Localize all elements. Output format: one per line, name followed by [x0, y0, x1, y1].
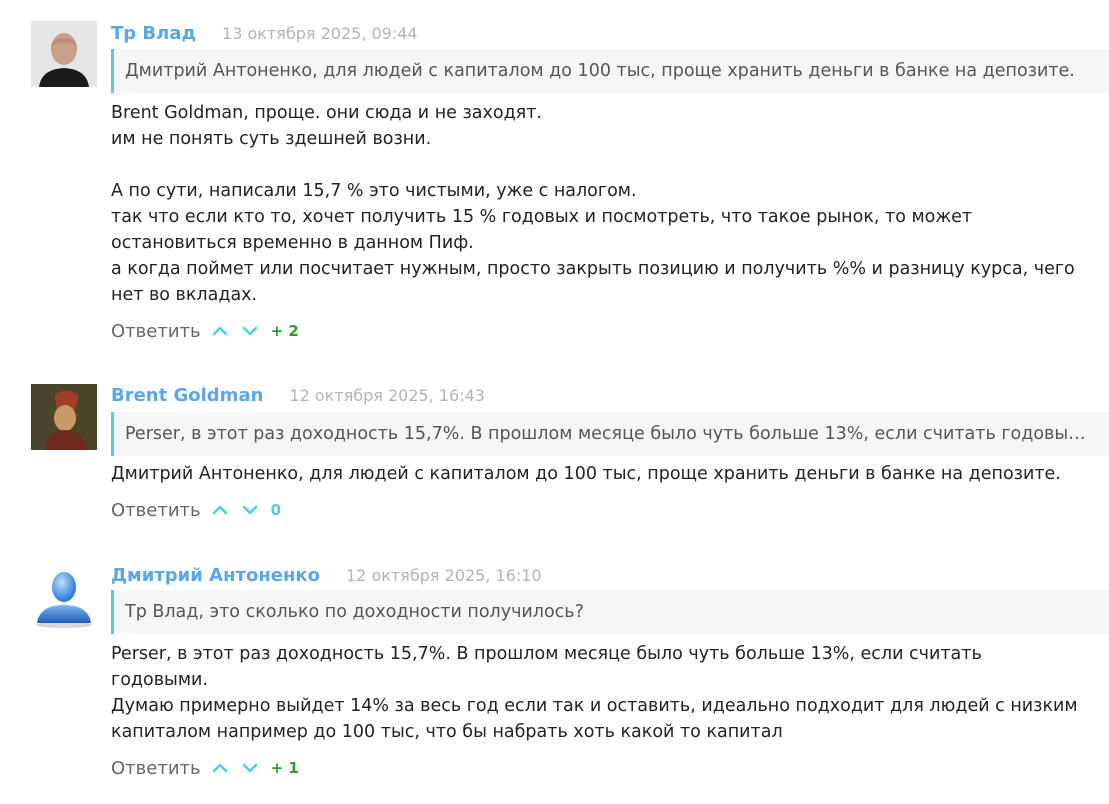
comment-body: Brent Goldman, проще. они сюда и не захо… [111, 100, 1101, 308]
comment-body: Perser, в этот раз доходность 15,7%. В п… [111, 641, 1081, 745]
reply-link[interactable]: Ответить [111, 758, 201, 779]
vote-score: + 1 [270, 759, 299, 777]
reply-link[interactable]: Ответить [111, 500, 201, 521]
comment-line: так что если кто то, хочет получить 15 %… [111, 207, 973, 253]
quoted-comment[interactable]: Дмитрий Антоненко, для людей с капиталом… [111, 49, 1109, 93]
author-name[interactable]: Brent Goldman [111, 385, 263, 406]
comment-actions: Ответить + 2 [111, 318, 299, 344]
chevron-down-icon[interactable] [239, 758, 261, 778]
comment-meta: Brent Goldman 12 октября 2025, 16:43 [111, 385, 485, 409]
comment-date: 13 октября 2025, 09:44 [222, 24, 418, 43]
comment-line: Дмитрий Антоненко, для людей с капиталом… [111, 464, 1061, 484]
reply-link[interactable]: Ответить [111, 321, 201, 342]
avatar[interactable] [31, 21, 97, 87]
chevron-up-icon[interactable] [209, 758, 231, 778]
comment-actions: Ответить + 1 [111, 755, 299, 781]
comment-line: а когда поймет или посчитает нужным, про… [111, 259, 1075, 305]
comment-line: А по сути, написали 15,7 % это чистыми, … [111, 181, 637, 201]
vote-score: 0 [270, 501, 282, 519]
comment-line: Думаю примерно выйдет 14% за весь год ес… [111, 696, 1078, 742]
vote-score: + 2 [270, 322, 299, 340]
author-name[interactable]: Дмитрий Антоненко [111, 565, 320, 586]
chevron-down-icon[interactable] [239, 321, 261, 341]
comment-line [111, 152, 1101, 178]
author-name[interactable]: Тр Влад [111, 23, 196, 44]
chevron-down-icon[interactable] [239, 500, 261, 520]
comment-line: Brent Goldman, проще. они сюда и не захо… [111, 103, 542, 123]
comment-date: 12 октября 2025, 16:43 [289, 386, 485, 405]
avatar[interactable] [31, 384, 97, 450]
comment-body: Дмитрий Антоненко, для людей с капиталом… [111, 461, 1101, 487]
comment-line: им не понять суть здешней возни. [111, 129, 432, 149]
quoted-comment[interactable]: Perser, в этот раз доходность 15,7%. В п… [111, 412, 1109, 456]
avatar[interactable] [31, 563, 97, 629]
chevron-up-icon[interactable] [209, 500, 231, 520]
comment-line: Perser, в этот раз доходность 15,7%. В п… [111, 644, 982, 690]
quoted-comment[interactable]: Тр Влад, это сколько по доходности получ… [111, 590, 1109, 634]
chevron-up-icon[interactable] [209, 321, 231, 341]
comment-date: 12 октября 2025, 16:10 [346, 566, 542, 585]
comment-meta: Тр Влад 13 октября 2025, 09:44 [111, 23, 418, 47]
comment-meta: Дмитрий Антоненко 12 октября 2025, 16:10 [111, 565, 542, 589]
comment-actions: Ответить 0 [111, 497, 281, 523]
